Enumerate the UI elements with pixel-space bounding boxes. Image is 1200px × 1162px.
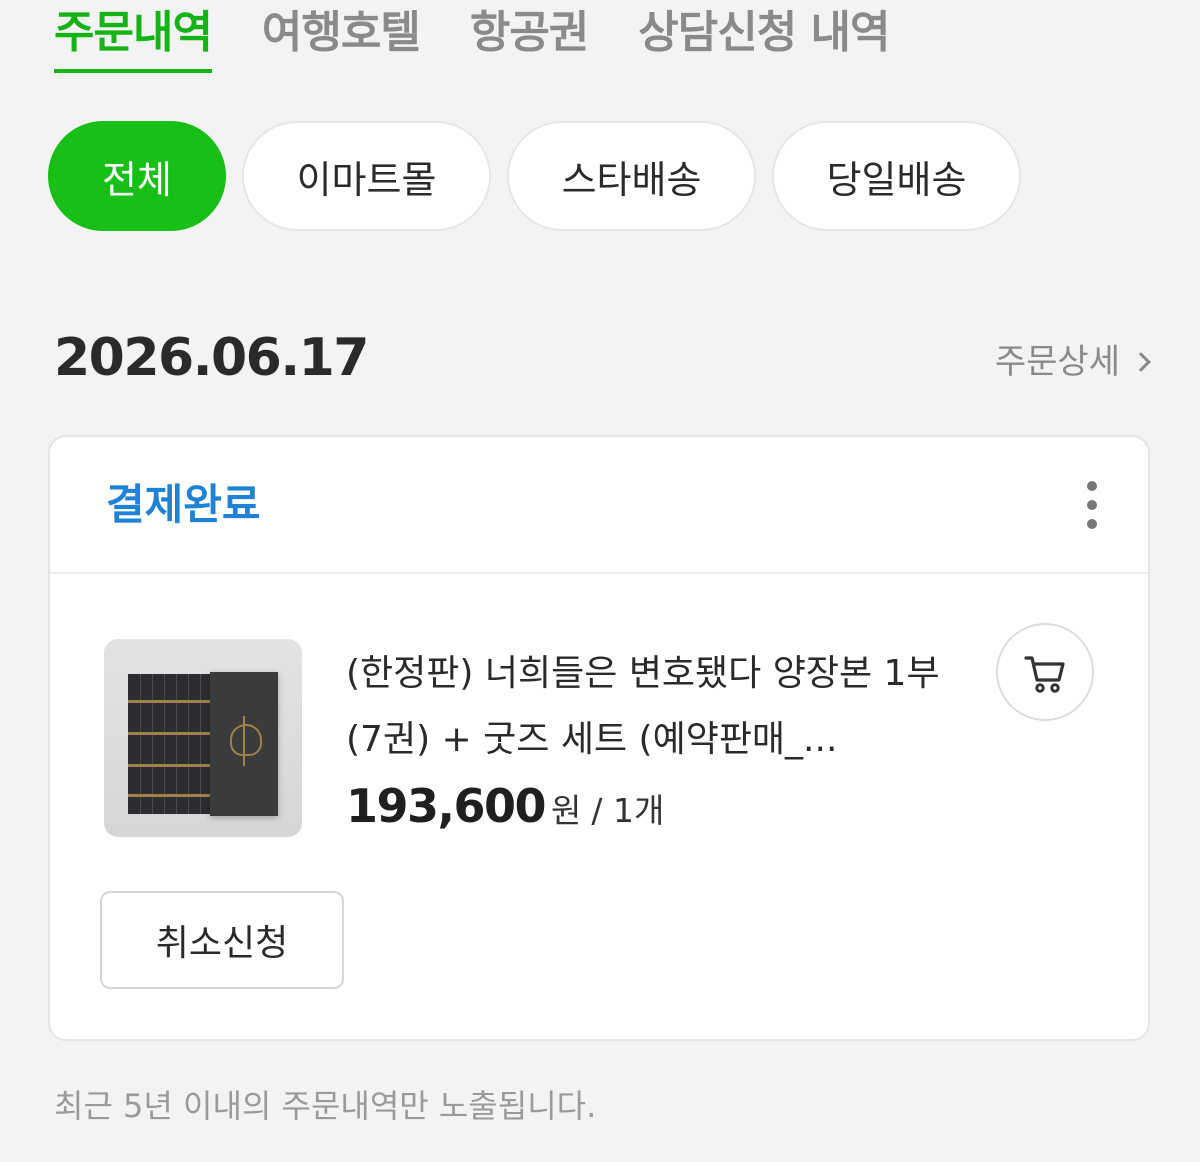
price-row: 193,600 원 / 1개 bbox=[346, 779, 664, 833]
order-card-header: 결제완료 bbox=[50, 437, 1148, 574]
order-card: 결제완료 (한정판) 너희들은 변호됐다 양장본 1부 (7권) + 굿즈 세트… bbox=[48, 435, 1150, 1041]
currency-label: 원 bbox=[551, 791, 582, 830]
product-name[interactable]: (한정판) 너희들은 변호됐다 양장본 1부 (7권) + 굿즈 세트 (예약판… bbox=[346, 641, 986, 773]
filter-emart-mall[interactable]: 이마트몰 bbox=[242, 121, 491, 231]
quantity-label: / 1개 bbox=[591, 791, 665, 830]
add-to-cart-button[interactable] bbox=[996, 623, 1094, 721]
product-thumbnail[interactable] bbox=[104, 639, 302, 837]
cart-icon bbox=[1024, 656, 1065, 693]
order-detail-link[interactable]: 주문상세 bbox=[994, 340, 1151, 384]
tab-consultation[interactable]: 상담신청 내역 bbox=[638, 0, 890, 66]
order-history-page: 주문내역 여행호텔 항공권 상담신청 내역 전체 이마트몰 스타배송 당일배송 … bbox=[0, 0, 1200, 1162]
product-price: 193,600 bbox=[346, 779, 547, 833]
tab-travel-hotel[interactable]: 여행호텔 bbox=[262, 0, 421, 66]
filter-chips: 전체 이마트몰 스타배송 당일배송 bbox=[48, 121, 1021, 231]
order-detail-label: 주문상세 bbox=[994, 342, 1120, 382]
tab-order-history[interactable]: 주문내역 bbox=[54, 0, 213, 73]
tab-flight[interactable]: 항공권 bbox=[470, 0, 589, 66]
chevron-right-icon bbox=[1131, 352, 1151, 372]
status-badge: 결제완료 bbox=[106, 480, 261, 529]
cancel-request-button[interactable]: 취소신청 bbox=[100, 891, 344, 989]
history-notice: 최근 5년 이내의 주문내역만 노출됩니다. bbox=[54, 1087, 597, 1125]
filter-same-day-delivery[interactable]: 당일배송 bbox=[772, 121, 1021, 231]
order-item: (한정판) 너희들은 변호됐다 양장본 1부 (7권) + 굿즈 세트 (예약판… bbox=[104, 639, 1064, 839]
filter-star-delivery[interactable]: 스타배송 bbox=[507, 121, 756, 231]
order-date: 2026.06.17 bbox=[54, 328, 369, 388]
more-vertical-icon[interactable] bbox=[1086, 481, 1098, 529]
filter-all[interactable]: 전체 bbox=[48, 121, 226, 231]
top-tabs: 주문내역 여행호텔 항공권 상담신청 내역 bbox=[54, 0, 891, 74]
